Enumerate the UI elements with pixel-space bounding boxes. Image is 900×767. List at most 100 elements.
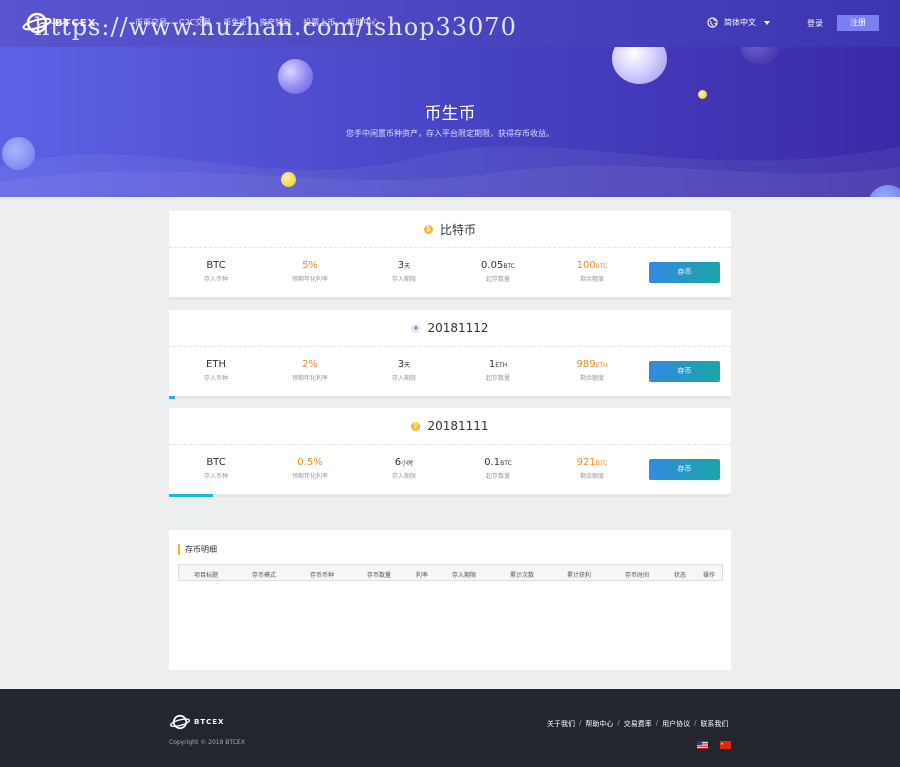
currency-label: 存入币种	[203, 276, 228, 283]
column-header: 操作	[703, 572, 716, 579]
product-card: ♦ 20181112 ETH 存入币种 2% 预期年化利率 3天 存入期限 1ETH 起…	[169, 310, 731, 399]
min-value: 0.1	[484, 457, 501, 468]
link-separator: /	[617, 719, 620, 727]
copyright-text: Copyright © 2018 BTCEX	[169, 739, 245, 746]
globe-icon	[707, 17, 718, 28]
product-title: 20181111	[427, 419, 489, 433]
product-card-header: ₿ 20181111	[169, 408, 731, 445]
bitcoin-icon: ₿	[423, 224, 433, 234]
currency-value: BTC	[206, 260, 226, 271]
decorative-sphere	[278, 59, 313, 94]
link-separator: /	[579, 719, 582, 727]
min-unit: BTC	[503, 263, 515, 270]
currency-value: ETH	[206, 359, 226, 370]
column-header: 存币数量	[367, 572, 392, 579]
footer-link-fees[interactable]: 交易费率	[624, 719, 652, 729]
column-header: 项目标题	[194, 572, 219, 579]
nav-item-spot-trading[interactable]: 币币交易	[135, 17, 167, 28]
remaining-value: 100	[576, 260, 596, 271]
brand-name: BTCEX	[55, 17, 97, 29]
min-label: 起存数量	[485, 276, 510, 283]
column-header: 存币模式	[252, 572, 277, 579]
remaining-unit: ETH	[595, 362, 608, 369]
rate-label: 预期年化利率	[291, 375, 328, 382]
period-unit: 小时	[401, 460, 414, 467]
language-selector[interactable]: 简体中文	[707, 17, 770, 28]
product-title: 20181112	[427, 321, 489, 335]
period-label: 存入期限	[391, 375, 416, 382]
period-label: 存入期限	[391, 276, 416, 283]
deposit-button[interactable]: 存币	[649, 262, 720, 283]
section-title: 存币明细	[178, 544, 217, 555]
product-card-header: ₿ 比特币	[169, 211, 731, 248]
rate-value: 5%	[302, 260, 318, 271]
footer-link-contact[interactable]: 联系我们	[700, 719, 728, 729]
deposit-button[interactable]: 存币	[649, 361, 720, 382]
ethereum-icon: ♦	[411, 323, 421, 333]
hero-banner: 币生币 您手中闲置币种资产，存入平台限定期限，获得存币收益。	[0, 47, 900, 197]
column-header: 存币币种	[310, 572, 335, 579]
min-label: 起存数量	[485, 473, 510, 480]
period-unit: 天	[404, 362, 411, 369]
column-header: 利率	[416, 572, 429, 579]
column-header: 状态	[674, 572, 687, 579]
column-header: 累计获利	[567, 572, 592, 579]
product-card: ₿ 比特币 BTC 存入币种 5% 预期年化利率 3天 存入期限 0.05BTC 起存数…	[169, 211, 731, 300]
progress-fill	[169, 494, 214, 497]
min-value: 0.05	[481, 260, 504, 271]
remaining-label: 剩余额度	[579, 473, 604, 480]
min-unit: ETH	[495, 362, 508, 369]
logo-planet-icon	[22, 10, 52, 36]
product-card-header: ♦ 20181112	[169, 310, 731, 347]
rate-value: 2%	[302, 359, 318, 370]
nav-item-wallet[interactable]: 资产钱包	[259, 17, 291, 28]
column-header: 累计次数	[510, 572, 535, 579]
product-card: ₿ 20181111 BTC 存入币种 0.5% 预期年化利率 6小时 存入期限 0.…	[169, 408, 731, 497]
language-label: 简体中文	[724, 18, 756, 27]
remaining-value: 989	[576, 359, 596, 370]
nav-item-c2c[interactable]: C2C交易	[179, 17, 211, 28]
quota-progress-bar	[169, 494, 731, 497]
column-header: 存入期限	[452, 572, 477, 579]
footer-link-about[interactable]: 关于我们	[547, 719, 575, 729]
min-label: 起存数量	[485, 375, 510, 382]
product-title: 比特币	[439, 222, 476, 237]
currency-value: BTC	[206, 457, 226, 468]
currency-label: 存入币种	[203, 375, 228, 382]
rate-label: 预期年化利率	[291, 473, 328, 480]
chevron-down-icon	[764, 20, 770, 25]
quota-progress-bar	[169, 396, 731, 399]
site-footer: BTCEX Copyright © 2018 BTCEX 关于我们 / 帮助中心 /…	[0, 689, 900, 767]
footer-links: 关于我们 / 帮助中心 / 交易费率 / 用户协议 / 联系我们	[547, 719, 728, 729]
footer-link-help[interactable]: 帮助中心	[585, 719, 613, 729]
footer-logo[interactable]: BTCEX	[169, 713, 224, 731]
period-label: 存入期限	[391, 473, 416, 480]
cn-flag-icon[interactable]	[720, 741, 731, 749]
decorative-sphere	[698, 90, 707, 99]
progress-fill	[169, 396, 176, 399]
link-separator: /	[655, 719, 659, 727]
remaining-label: 剩余额度	[579, 276, 604, 283]
login-link[interactable]: 登录	[807, 18, 823, 29]
page-subtitle: 您手中闲置币种资产，存入平台限定期限，获得存币收益。	[346, 129, 554, 138]
deposit-button[interactable]: 存币	[649, 459, 720, 480]
nav-item-coin-earn[interactable]: 币生币	[223, 17, 247, 28]
rate-value: 0.5%	[297, 457, 323, 468]
remaining-value: 921	[576, 457, 596, 468]
quota-progress-bar	[169, 297, 731, 300]
nav-item-vote-listing[interactable]: 投票上币	[303, 17, 335, 28]
nav-item-help[interactable]: 帮助中心	[347, 17, 379, 28]
rate-label: 预期年化利率	[291, 276, 328, 283]
us-flag-icon[interactable]	[697, 741, 708, 749]
main-nav: 币币交易 C2C交易 币生币 资产钱包 投票上币 帮助中心	[135, 17, 391, 28]
column-header: 存币时间	[625, 572, 650, 579]
logo-planet-icon	[169, 714, 191, 730]
brand-logo[interactable]: BTCEX	[22, 10, 96, 36]
remaining-unit: BTC	[595, 460, 608, 467]
footer-brand-name: BTCEX	[194, 718, 225, 726]
register-button[interactable]: 注册	[837, 15, 879, 31]
link-separator: /	[694, 719, 697, 727]
footer-link-terms[interactable]: 用户协议	[662, 719, 690, 729]
decorative-sphere	[2, 137, 35, 170]
details-table-header: 项目标题 存币模式 存币币种 存币数量 利率 存入期限 累计次数 累计获利 存币…	[178, 564, 723, 581]
